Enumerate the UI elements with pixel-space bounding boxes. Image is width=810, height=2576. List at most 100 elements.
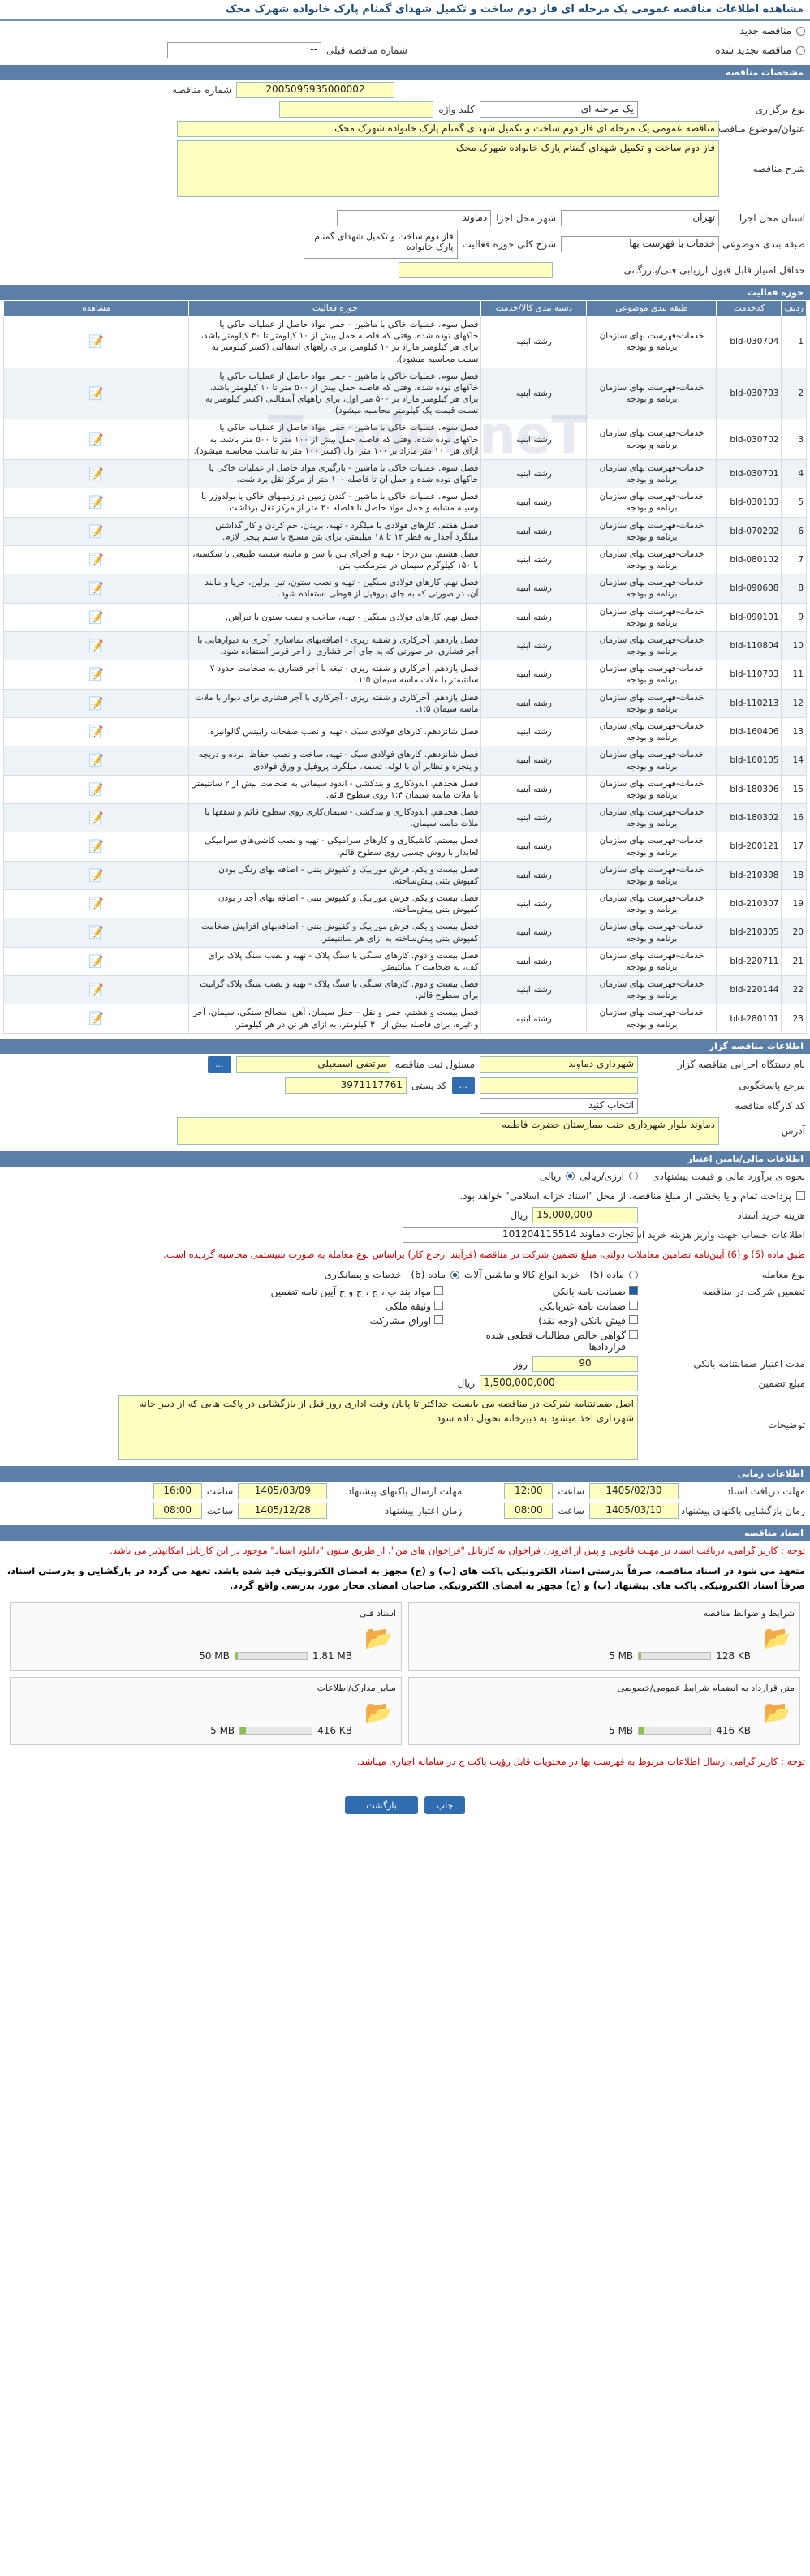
view-document-icon[interactable]: 📝 [88,753,104,768]
table-cell: خدمات-فهرست بهای سازمان برنامه و بودجه [586,544,717,575]
view-document-icon[interactable]: 📝 [88,667,104,682]
view-document-icon[interactable]: 📝 [88,610,104,625]
view-cell: 📝 [2,488,190,518]
table-cell: 8 [781,574,807,604]
document-title: شرایط و ضوابط مناقصه [703,1607,795,1619]
prev-number-select[interactable]: -- [167,42,321,58]
keyword-input[interactable] [279,101,434,118]
treasury-checkbox[interactable] [796,1191,805,1201]
method-row: نحوه ی برآورد مالی و قیمت پیشنهادی ارزی/… [0,1167,810,1186]
account-select[interactable]: تجارت دماوند 101204115514 [403,1226,638,1243]
radio-deal-a[interactable] [629,1270,638,1279]
table-cell: bld-160105 [716,746,782,776]
g-option-checkbox[interactable] [629,1315,638,1325]
document-max-size: 5 MB [609,1649,634,1662]
doc-note-2: متعهد می شود در اسناد مناقصه، صرفاً بدرس… [6,1565,805,1591]
view-cell: 📝 [2,630,190,661]
g-option-checkbox[interactable] [434,1301,443,1310]
city-select[interactable]: دماوند [337,210,492,226]
column-header[interactable]: ردیف [781,300,807,316]
view-document-icon[interactable]: 📝 [88,524,104,539]
view-document-icon[interactable]: 📝 [88,954,104,969]
g-option-checkbox[interactable] [629,1301,638,1310]
document-max-size: 5 MB [609,1724,634,1736]
document-used-size: 416 KB [716,1724,751,1736]
g-option-checkbox[interactable] [434,1315,443,1325]
g-option-checkbox[interactable] [629,1330,638,1340]
type-select[interactable]: یک مرحله ای [480,101,638,118]
view-document-icon[interactable]: 📝 [88,811,104,825]
resp-name: مرتضی اسمعیلی [235,1056,390,1073]
document-usage-bar [638,1726,712,1735]
table-cell: رشته ابنیه [480,574,588,604]
document-card[interactable]: متن قرارداد به انضمام شرایط عمومی/خصوصی 📂… [408,1676,800,1745]
radio-rial[interactable] [566,1172,575,1181]
column-header[interactable]: حوزه فعالیت [188,300,482,316]
view-document-icon[interactable]: 📝 [88,467,104,481]
table-cell: رشته ابنیه [480,544,588,575]
column-header[interactable]: طبقه بندی موضوعی [586,300,717,316]
view-document-icon[interactable]: 📝 [88,782,104,797]
table-cell: خدمات-فهرست بهای سازمان برنامه و بودجه [586,660,717,690]
renewed-row: مناقصه تجدید شده شماره مناقصه قبلی -- [0,41,810,60]
view-document-icon[interactable]: 📝 [88,839,104,854]
timing-row-1: مهلت دریافت اسناد 1405/02/30 ساعت 12:00 … [0,1482,810,1501]
table-cell: فصل بیست و هشتم. حمل و نقل - حمل سیمان، … [188,1004,482,1034]
radio-new[interactable] [796,26,805,36]
radio-renewed[interactable] [796,45,805,55]
table-cell: خدمات-فهرست بهای سازمان برنامه و بودجه [586,803,717,833]
view-document-icon[interactable]: 📝 [88,386,104,401]
g-option-label: ضمانت نامه غیربانکی [539,1301,626,1313]
column-header[interactable]: مشاهده [2,300,190,316]
number-row: 2005095935000002 شماره مناقصه [0,80,810,100]
category-select[interactable]: خدمات با فهرست بها [561,236,719,252]
view-document-icon[interactable]: 📝 [88,897,104,911]
table-row: 12 bld-110213 خدمات-فهرست بهای سازمان برنا… [2,688,807,718]
radio-currency[interactable] [629,1172,638,1181]
radio-deal-b[interactable] [450,1270,459,1279]
ref-lookup-button[interactable]: ... [451,1076,475,1094]
table-cell: bld-030701 [716,458,782,489]
view-document-icon[interactable]: 📝 [88,432,104,447]
scope-list[interactable]: فاز دوم ساخت و تکمیل شهدای گمنام پارک خا… [303,230,458,259]
view-cell: 📝 [2,1004,190,1034]
table-row: 8 bld-090608 خدمات-فهرست بهای سازمان برنام… [2,574,807,604]
table-row: 16 bld-180302 خدمات-فهرست بهای سازمان برنا… [2,803,807,833]
province-select[interactable]: تهران [561,210,719,226]
g-option-checkbox[interactable] [629,1286,638,1296]
document-card[interactable]: سایر مدارک/اطلاعات 📂 5 MB 416 KB [10,1676,402,1745]
column-header[interactable]: دسته بندی کالا/خدمت [480,300,588,316]
table-cell: خدمات-فهرست بهای سازمان برنامه و بودجه [586,975,717,1005]
view-document-icon[interactable]: 📝 [88,925,104,940]
resp-lookup-button[interactable]: ... [208,1055,231,1073]
g-option-label: مواد بند ب ، ج ، ج و ح آیین نامه تضمین [270,1286,431,1298]
view-document-icon[interactable]: 📝 [88,983,104,997]
view-document-icon[interactable]: 📝 [88,553,104,567]
document-card[interactable]: اسناد فنی 📂 50 MB 1.81 MB [10,1602,402,1671]
table-cell: خدمات-فهرست بهای سازمان برنامه و بودجه [586,716,717,747]
receive-time: 12:00 [504,1483,554,1500]
view-document-icon[interactable]: 📝 [88,868,104,883]
view-cell: 📝 [2,860,190,891]
subject-input: مناقصه عمومی یک مرحله ای فاز دوم ساخت و … [177,121,719,137]
view-document-icon[interactable]: 📝 [88,696,104,711]
amount-row: مبلغ تضمین 1,500,000,000 ریال [0,1374,810,1393]
document-card[interactable]: شرایط و ضوابط مناقصه 📂 5 MB 128 KB [408,1602,800,1671]
site-select[interactable]: انتخاب کنید [480,1097,638,1114]
view-document-icon[interactable]: 📝 [88,1011,104,1026]
province-label: استان محل اجرا [739,213,805,224]
g-option-checkbox[interactable] [434,1286,443,1296]
print-button[interactable]: چاپ [424,1796,465,1815]
view-document-icon[interactable]: 📝 [88,725,104,739]
view-document-icon[interactable]: 📝 [88,639,104,653]
address: دماوند بلوار شهرداری جنب بیمارستان حضرت … [177,1116,719,1145]
view-document-icon[interactable]: 📝 [88,581,104,596]
view-document-icon[interactable]: 📝 [88,334,104,349]
table-cell: 22 [781,975,807,1005]
column-header[interactable]: کدخدمت [716,300,782,316]
table-cell: bld-090608 [716,574,782,604]
prev-number-label: شماره مناقصه قبلی [326,45,407,56]
back-button[interactable]: بازگشت [345,1796,418,1815]
table-cell: فصل بیست و یکم. فرش موزاییک و کفپوش بتنی… [188,889,482,919]
view-document-icon[interactable]: 📝 [88,495,104,510]
